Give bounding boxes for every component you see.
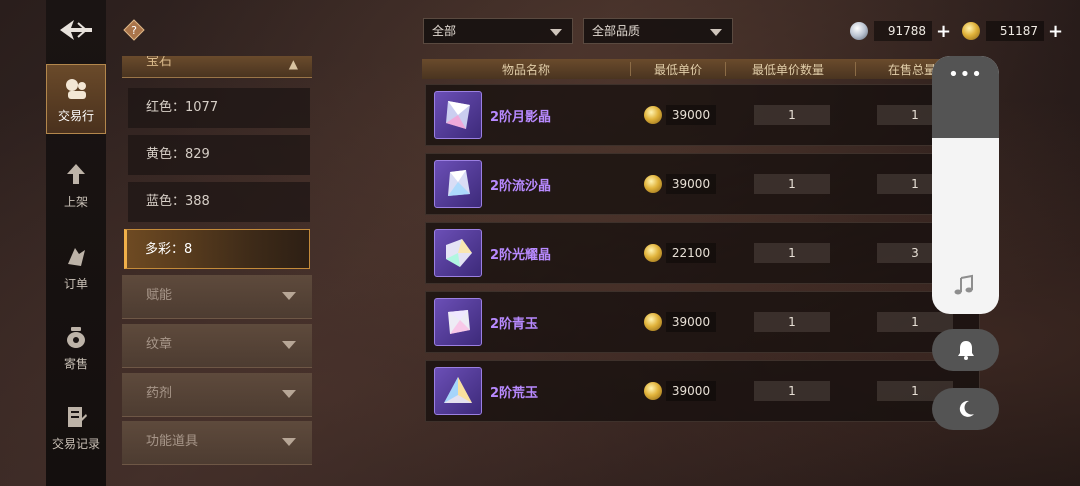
category-label: 宝石 [146,56,173,69]
sub-item-red[interactable]: 红色：1077 [128,88,310,128]
item-min-price: 22100 [666,243,716,263]
category-label: 药剂 [146,386,173,401]
gold-coin-icon [644,313,662,331]
category-label: 纹章 [146,337,173,352]
item-min-price-qty: 1 [754,105,830,125]
back-arrow-icon [60,20,92,40]
type-filter-select[interactable]: 全部 [423,18,573,44]
gold-coin-icon [644,382,662,400]
category-empower[interactable]: 赋能 [122,275,312,319]
silver-currency: 91788 + [850,19,951,43]
gold-coin-icon [644,244,662,262]
select-value: 全部品质 [592,24,641,38]
nav-label: 上架 [63,195,88,209]
auction-house-icon [61,74,91,104]
category-function-item[interactable]: 功能道具 [122,421,312,465]
column-header-name[interactable]: 物品名称 [502,61,550,78]
nav-label: 订单 [63,277,88,291]
do-not-disturb-button[interactable] [932,388,999,430]
chevron-down-icon [282,341,296,349]
table-row[interactable]: 2阶月影晶 39000 1 1 [425,84,980,146]
gold-currency: 51187 + [962,19,1063,43]
nav-item-orders[interactable]: 订单 [46,232,106,302]
table-row[interactable]: 2阶青玉 39000 1 1 [425,291,980,353]
crystal-item-icon [434,367,482,415]
item-name: 2阶流沙晶 [490,179,552,194]
chevron-down-icon [282,390,296,398]
nav-item-auction[interactable]: 交易行 [46,64,106,134]
help-icon[interactable]: ? [122,18,146,42]
chevron-down-icon [282,292,296,300]
gold-amount: 51187 [986,21,1044,41]
bell-icon [957,341,974,360]
sub-item-multicolor[interactable]: 多彩：8 [124,229,310,269]
crystal-item-icon [434,160,482,208]
table-header: 物品名称 最低单价 最低单价数量 在售总量 [422,59,982,79]
silver-amount: 91788 [874,21,932,41]
item-min-price-qty: 1 [754,174,830,194]
order-icon [61,242,91,272]
gold-coin-icon [644,175,662,193]
consign-bag-icon [61,322,91,352]
item-min-price: 39000 [666,105,716,125]
crystal-item-icon [434,298,482,346]
more-options-icon[interactable]: ••• [932,64,999,85]
nav-label: 寄售 [63,357,88,371]
dropdown-arrow-icon [550,29,562,36]
header-divider [725,62,726,76]
nav-item-consign[interactable]: 寄售 [46,312,106,382]
sub-item-yellow[interactable]: 黄色：829 [128,135,310,175]
quality-filter-select[interactable]: 全部品质 [583,18,733,44]
item-min-price: 39000 [666,174,716,194]
dropdown-arrow-icon [710,29,722,36]
chevron-up-icon: ▲ [288,57,298,71]
category-potion[interactable]: 药剂 [122,373,312,417]
header-divider [855,62,856,76]
item-name: 2阶荒玉 [490,386,539,401]
column-header-total[interactable]: 在售总量 [888,61,936,78]
item-total: 1 [877,312,953,332]
item-min-price: 39000 [666,381,716,401]
crystal-item-icon [434,91,482,139]
list-item-icon [61,160,91,190]
gold-coin-icon [962,22,980,40]
item-name: 2阶青玉 [490,317,539,332]
add-silver-button[interactable]: + [936,21,951,42]
table-row[interactable]: 2阶光耀晶 22100 1 3 [425,222,980,284]
gold-coin-icon [644,106,662,124]
category-emblem[interactable]: 纹章 [122,324,312,368]
category-header-gem[interactable]: 宝石 ▲ [122,56,312,78]
ring-mode-button[interactable] [932,329,999,371]
item-min-price: 39000 [666,312,716,332]
music-note-icon [952,274,976,302]
nav-item-records[interactable]: 交易记录 [46,392,106,462]
media-volume-panel[interactable]: ••• [932,56,999,314]
column-header-min-price-qty[interactable]: 最低单价数量 [752,61,824,78]
nav-label: 交易行 [57,109,94,123]
nav-label: 交易记录 [51,437,100,451]
item-min-price-qty: 1 [754,381,830,401]
header-divider [630,62,631,76]
table-row[interactable]: 2阶荒玉 39000 1 1 [425,360,980,422]
item-min-price-qty: 1 [754,312,830,332]
column-header-min-price[interactable]: 最低单价 [654,61,702,78]
svg-text:?: ? [131,24,137,37]
item-name: 2阶月影晶 [490,110,552,125]
table-row[interactable]: 2阶流沙晶 39000 1 1 [425,153,980,215]
category-label: 功能道具 [146,434,199,449]
back-button[interactable] [52,10,100,50]
item-name: 2阶光耀晶 [490,248,552,263]
silver-coin-icon [850,22,868,40]
moon-icon [959,400,974,417]
sub-item-blue[interactable]: 蓝色：388 [128,182,310,222]
chevron-down-icon [282,438,296,446]
trade-record-icon [61,402,91,432]
crystal-item-icon [434,229,482,277]
add-gold-button[interactable]: + [1048,21,1063,42]
category-label: 赋能 [146,288,173,303]
nav-item-listing[interactable]: 上架 [46,150,106,220]
item-min-price-qty: 1 [754,243,830,263]
select-value: 全部 [432,24,457,38]
